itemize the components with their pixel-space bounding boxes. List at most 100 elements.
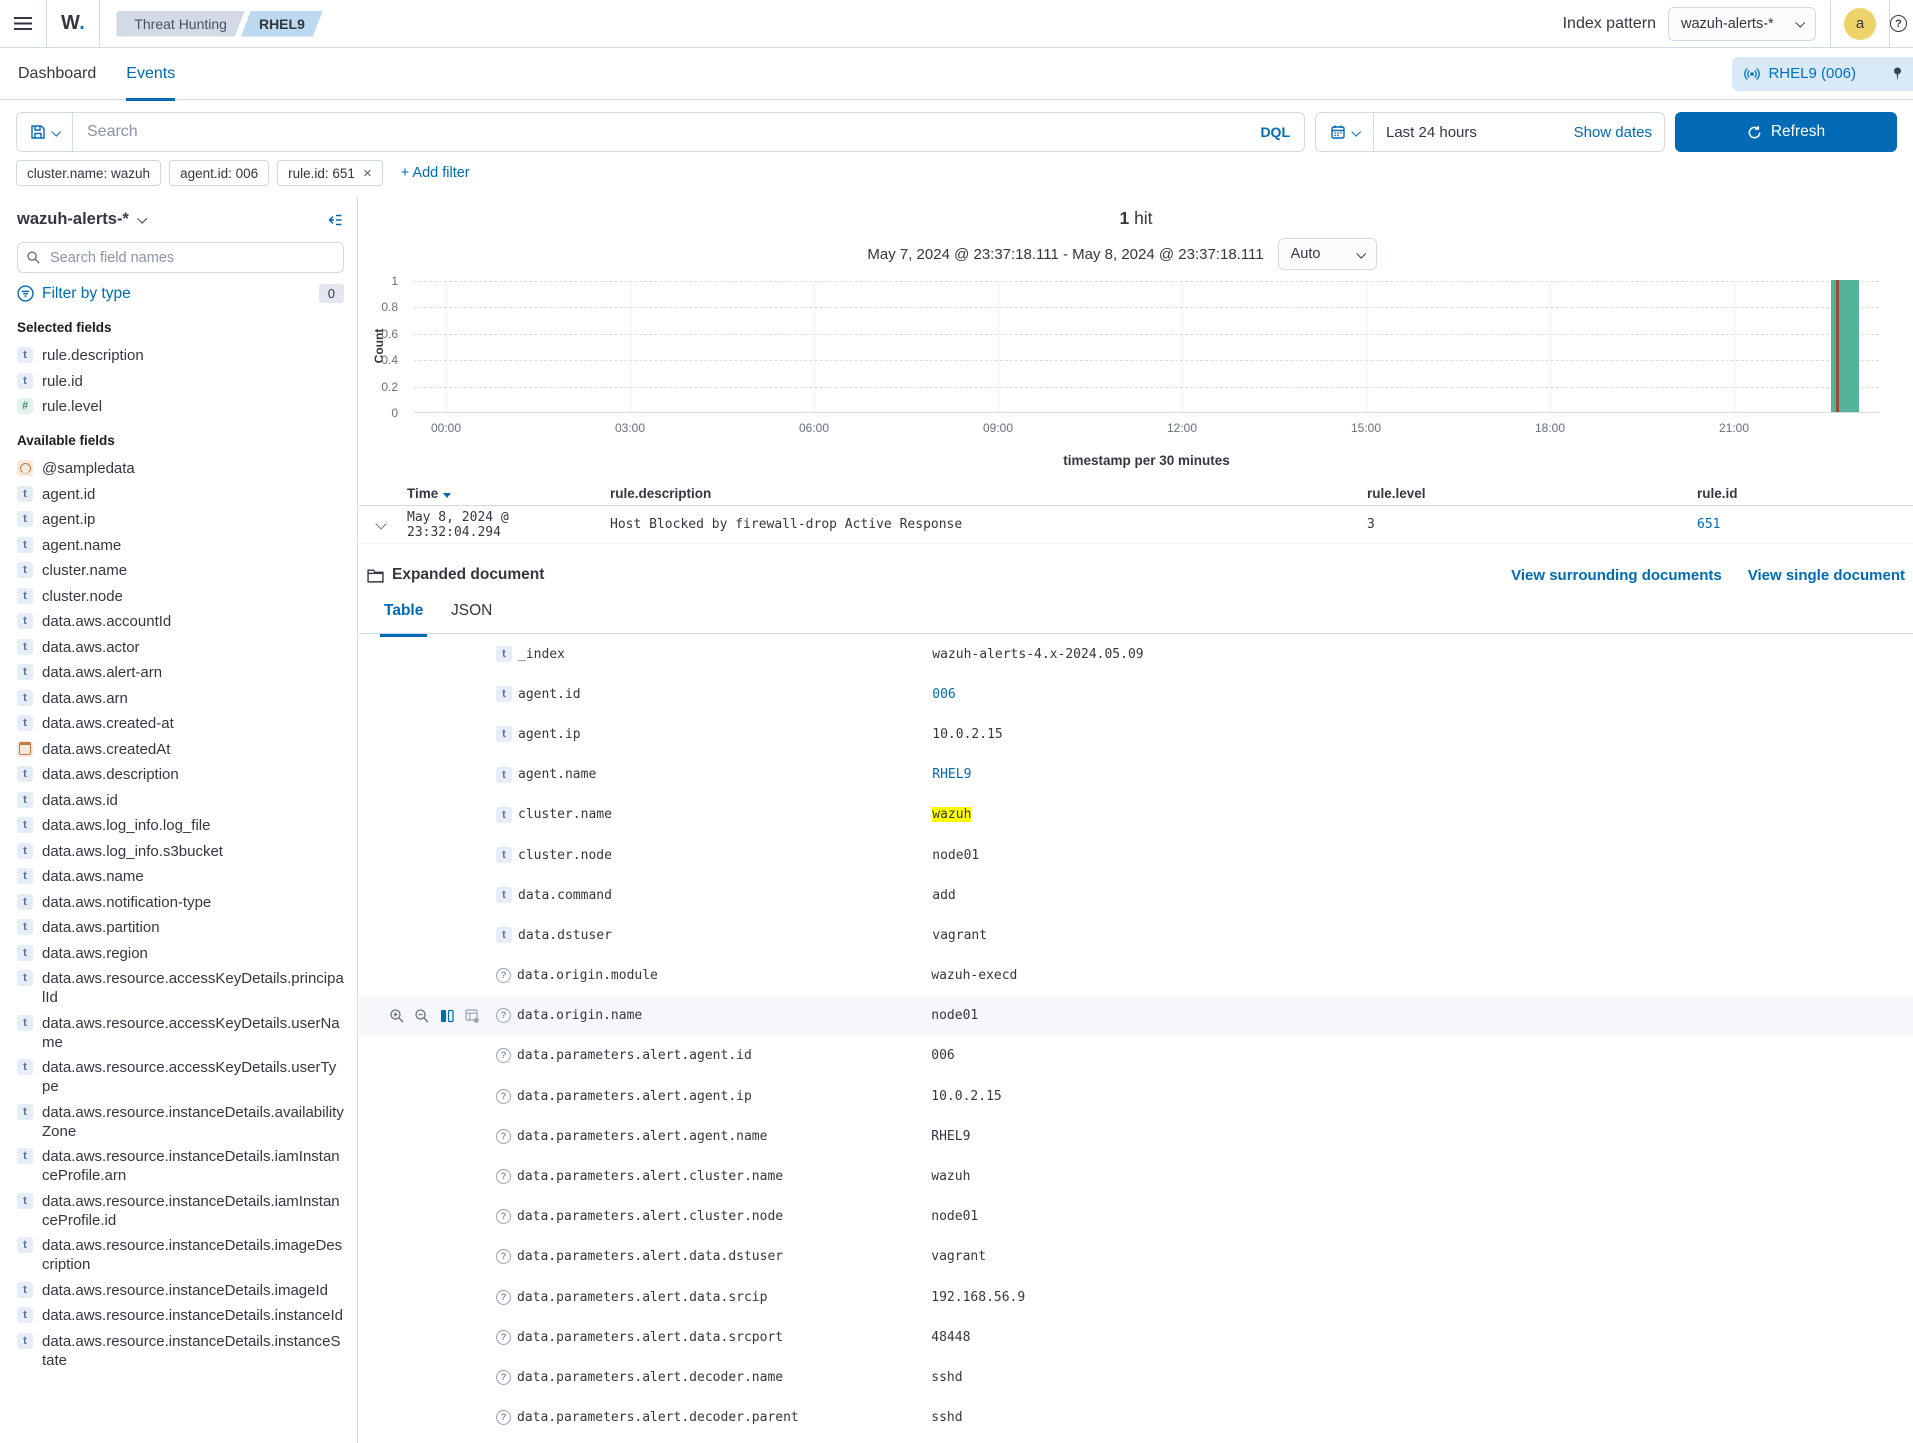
available-field-item[interactable]: data.aws.resource.accessKeyDetails.userN… bbox=[17, 1013, 344, 1052]
available-field-item[interactable]: data.aws.actor bbox=[17, 637, 344, 657]
field-type-icon bbox=[496, 1209, 511, 1224]
available-field-item[interactable]: data.aws.log_info.log_file bbox=[17, 815, 344, 835]
available-field-item[interactable]: data.aws.resource.instanceDetails.iamIns… bbox=[17, 1191, 344, 1230]
filter-pill[interactable]: cluster.name: wazuh × bbox=[16, 160, 161, 186]
tab-table[interactable]: Table bbox=[384, 602, 423, 633]
tab-events[interactable]: Events bbox=[126, 48, 175, 100]
document-field-row: data.parameters.alert.data.dstuser vagra… bbox=[359, 1237, 1913, 1277]
filter-out-value-button[interactable] bbox=[412, 1006, 432, 1026]
column-header-rule-level[interactable]: rule.level bbox=[1367, 486, 1697, 501]
field-type-icon bbox=[496, 1089, 511, 1104]
available-field-item[interactable]: data.aws.createdAt bbox=[17, 739, 344, 759]
document-field-value: node01 bbox=[853, 1194, 1913, 1239]
collapse-sidebar-icon[interactable] bbox=[326, 212, 344, 228]
interval-select[interactable]: Auto bbox=[1278, 238, 1377, 270]
available-field-item[interactable]: data.aws.log_info.s3bucket bbox=[17, 841, 344, 861]
pin-icon[interactable] bbox=[1890, 66, 1905, 82]
available-field-item[interactable]: data.aws.alert-arn bbox=[17, 662, 344, 682]
view-surrounding-documents-link[interactable]: View surrounding documents bbox=[1511, 567, 1722, 584]
document-field-row: data.parameters.alert.agent.name RHEL9 bbox=[359, 1116, 1913, 1156]
query-input[interactable]: Search DQL bbox=[73, 112, 1305, 152]
document-field-value: RHEL9 bbox=[854, 752, 1913, 797]
field-type-icon bbox=[17, 1333, 33, 1349]
date-quick-select-button[interactable] bbox=[1316, 113, 1374, 151]
show-dates-link[interactable]: Show dates bbox=[1574, 124, 1652, 141]
field-type-icon bbox=[17, 460, 33, 476]
available-field-item[interactable]: data.aws.id bbox=[17, 790, 344, 810]
available-field-item[interactable]: data.aws.resource.accessKeyDetails.princ… bbox=[17, 968, 344, 1007]
filter-for-value-button[interactable] bbox=[387, 1006, 407, 1026]
available-field-item[interactable]: cluster.node bbox=[17, 586, 344, 606]
document-field-row: data.command add bbox=[359, 875, 1913, 915]
selected-field-item[interactable]: rule.level bbox=[17, 396, 344, 416]
document-field-value: 006 bbox=[853, 1033, 1913, 1078]
event-time: May 8, 2024 @ 23:32:04.294 bbox=[407, 510, 610, 540]
available-field-item[interactable]: agent.id bbox=[17, 484, 344, 504]
menu-button[interactable] bbox=[0, 0, 47, 47]
toggle-column-icon bbox=[439, 1008, 455, 1024]
field-search-input[interactable] bbox=[17, 242, 344, 273]
document-field-value: RHEL9 bbox=[853, 1114, 1913, 1159]
query-language-button[interactable]: DQL bbox=[1260, 124, 1290, 140]
available-field-item[interactable]: data.aws.region bbox=[17, 943, 344, 963]
field-type-icon bbox=[496, 1410, 511, 1425]
event-rule-id-link[interactable]: 651 bbox=[1697, 517, 1913, 532]
selected-field-item[interactable]: rule.id bbox=[17, 371, 344, 391]
close-icon[interactable]: × bbox=[363, 165, 372, 182]
available-field-item[interactable]: agent.name bbox=[17, 535, 344, 555]
x-tick-label: 15:00 bbox=[1351, 421, 1381, 435]
add-filter-link[interactable]: + Add filter bbox=[401, 165, 470, 181]
available-field-item[interactable]: data.aws.name bbox=[17, 866, 344, 886]
available-field-item[interactable]: data.aws.arn bbox=[17, 688, 344, 708]
available-field-item[interactable]: cluster.name bbox=[17, 560, 344, 580]
user-avatar[interactable]: a bbox=[1844, 8, 1876, 40]
filter-field-present-button[interactable] bbox=[462, 1006, 482, 1026]
available-field-item[interactable]: data.aws.resource.instanceDetails.availa… bbox=[17, 1102, 344, 1141]
index-pattern-select[interactable]: wazuh-alerts-* bbox=[1668, 7, 1816, 41]
field-type-icon bbox=[17, 398, 33, 414]
agent-badge[interactable]: RHEL9 (006) bbox=[1732, 57, 1913, 91]
field-type-icon bbox=[17, 588, 33, 604]
time-range-value[interactable]: Last 24 hours bbox=[1386, 124, 1477, 141]
available-field-item[interactable]: data.aws.resource.instanceDetails.imageD… bbox=[17, 1235, 344, 1274]
breadcrumb-item[interactable]: Threat Hunting bbox=[116, 11, 245, 37]
histogram-date-range: May 7, 2024 @ 23:37:18.111 - May 8, 2024… bbox=[867, 246, 1263, 263]
view-single-document-link[interactable]: View single document bbox=[1748, 567, 1905, 584]
available-field-item[interactable]: data.aws.resource.accessKeyDetails.userT… bbox=[17, 1057, 344, 1096]
toggle-column-button[interactable] bbox=[437, 1006, 457, 1026]
available-field-item[interactable]: data.aws.resource.instanceDetails.imageI… bbox=[17, 1280, 344, 1300]
available-field-item[interactable]: data.aws.resource.instanceDetails.instan… bbox=[17, 1305, 344, 1325]
filter-pill[interactable]: agent.id: 006 × bbox=[169, 160, 269, 186]
available-field-item[interactable]: agent.ip bbox=[17, 509, 344, 529]
tab-json[interactable]: JSON bbox=[451, 602, 492, 633]
available-field-item[interactable]: data.aws.notification-type bbox=[17, 892, 344, 912]
breadcrumb-item[interactable]: RHEL9 bbox=[241, 11, 323, 37]
document-field-name: _index bbox=[518, 647, 854, 662]
available-field-item[interactable]: data.aws.partition bbox=[17, 917, 344, 937]
available-field-item[interactable]: data.aws.resource.instanceDetails.instan… bbox=[17, 1331, 344, 1370]
column-header-time[interactable]: Time bbox=[407, 486, 610, 501]
tab-dashboard[interactable]: Dashboard bbox=[18, 48, 96, 100]
selected-field-item[interactable]: rule.description bbox=[17, 345, 344, 365]
help-icon[interactable]: ? bbox=[1890, 15, 1907, 32]
document-field-row: agent.name RHEL9 bbox=[359, 755, 1913, 795]
column-header-rule-id[interactable]: rule.id bbox=[1697, 486, 1913, 501]
sidebar-index-pattern-select[interactable]: wazuh-alerts-* bbox=[17, 210, 145, 229]
available-field-item[interactable]: data.aws.accountId bbox=[17, 611, 344, 631]
filter-pill[interactable]: rule.id: 651 × bbox=[277, 160, 383, 186]
collapse-row-icon[interactable] bbox=[375, 518, 386, 529]
field-type-icon bbox=[17, 1193, 33, 1209]
document-field-value: 192.168.56.9 bbox=[853, 1275, 1913, 1320]
saved-queries-button[interactable] bbox=[16, 112, 73, 152]
document-field-name: data.parameters.alert.cluster.node bbox=[517, 1209, 853, 1224]
wazuh-logo[interactable]: W. bbox=[47, 0, 100, 47]
field-type-icon bbox=[17, 919, 33, 935]
available-field-item[interactable]: @sampledata bbox=[17, 458, 344, 478]
available-field-item[interactable]: data.aws.resource.instanceDetails.iamIns… bbox=[17, 1146, 344, 1185]
available-field-item[interactable]: data.aws.description bbox=[17, 764, 344, 784]
filter-by-type-button[interactable]: Filter by type bbox=[17, 285, 131, 303]
refresh-button[interactable]: Refresh bbox=[1675, 112, 1897, 152]
field-type-icon bbox=[17, 1307, 33, 1323]
column-header-rule-description[interactable]: rule.description bbox=[610, 486, 1367, 501]
available-field-item[interactable]: data.aws.created-at bbox=[17, 713, 344, 733]
